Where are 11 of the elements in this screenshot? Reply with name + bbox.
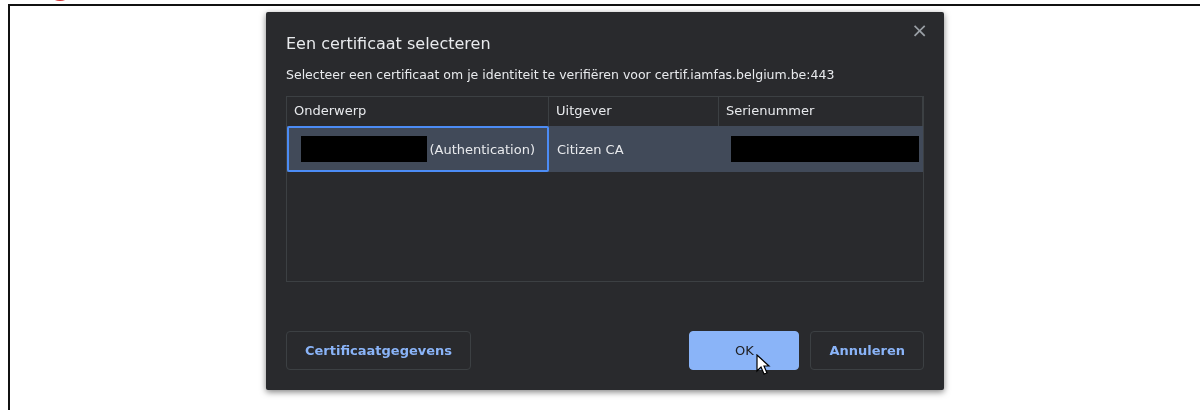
cursor-icon bbox=[756, 354, 772, 376]
table-cell-text: Citizen CA bbox=[556, 140, 625, 159]
dialog-title: Een certificaat selecteren bbox=[286, 34, 492, 53]
close-button[interactable]: × bbox=[907, 18, 932, 42]
ok-button[interactable]: OK bbox=[689, 331, 800, 370]
dialog-button[interactable]: Certificaatgegevens bbox=[286, 331, 472, 370]
dialog-button[interactable]: Annuleren bbox=[810, 331, 924, 370]
certificate-row[interactable]: (Authentication) Citizen CA bbox=[287, 126, 923, 172]
dialog-message: Selecteer een certificaat om je identiteit te verifiëren voor certif.iamfas.belgium.be:443 bbox=[286, 67, 836, 82]
subject-text: (Authentication) bbox=[429, 141, 535, 157]
column-header: Onderwerp bbox=[287, 97, 549, 126]
